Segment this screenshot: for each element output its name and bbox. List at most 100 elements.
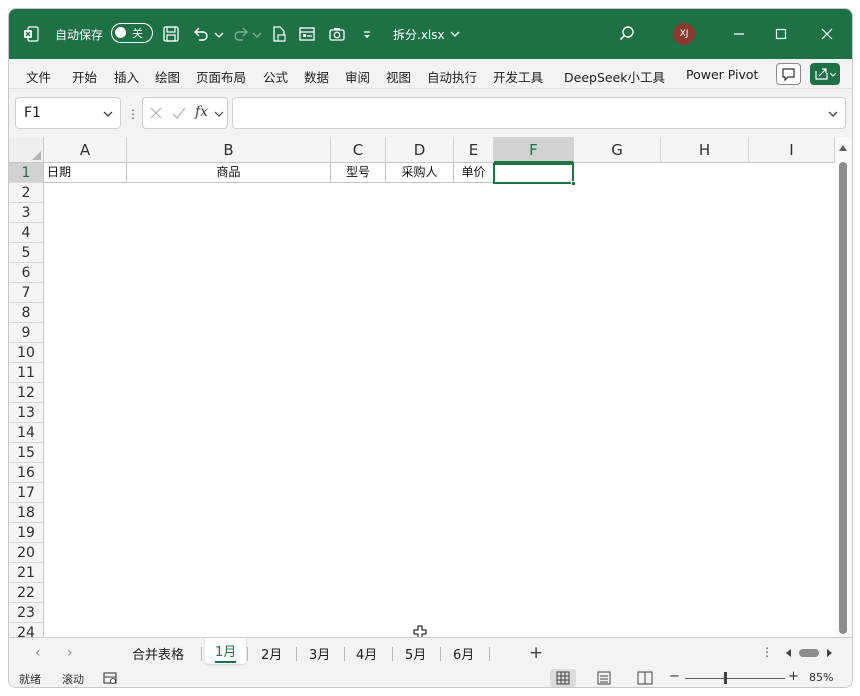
cell-g11[interactable] bbox=[574, 363, 661, 383]
row-header-17[interactable]: 17 bbox=[9, 483, 44, 503]
cell-i5[interactable] bbox=[749, 243, 835, 263]
cell-c17[interactable] bbox=[331, 483, 386, 503]
cell-e20[interactable] bbox=[454, 543, 494, 563]
column-header-e[interactable]: E bbox=[454, 137, 494, 163]
cell-f14[interactable] bbox=[494, 423, 574, 443]
cell-a3[interactable] bbox=[44, 203, 127, 223]
cell-d15[interactable] bbox=[386, 443, 454, 463]
cell-f9[interactable] bbox=[494, 323, 574, 343]
menu-home[interactable]: 开始 bbox=[72, 67, 97, 86]
cell-d4[interactable] bbox=[386, 223, 454, 243]
cell-b1[interactable]: 商品 bbox=[127, 163, 331, 183]
cell-b12[interactable] bbox=[127, 383, 331, 403]
cell-f10[interactable] bbox=[494, 343, 574, 363]
close-icon[interactable] bbox=[815, 22, 839, 46]
cell-c22[interactable] bbox=[331, 583, 386, 603]
cell-h4[interactable] bbox=[661, 223, 749, 243]
cell-g5[interactable] bbox=[574, 243, 661, 263]
cell-f3[interactable] bbox=[494, 203, 574, 223]
cell-b4[interactable] bbox=[127, 223, 331, 243]
menu-draw[interactable]: 绘图 bbox=[155, 67, 180, 86]
cancel-icon[interactable] bbox=[149, 106, 163, 120]
formula-bar[interactable] bbox=[232, 97, 846, 129]
name-box-chevron-icon[interactable] bbox=[102, 108, 114, 120]
cell-c10[interactable] bbox=[331, 343, 386, 363]
cell-c23[interactable] bbox=[331, 603, 386, 623]
expand-formula-chevron-icon[interactable] bbox=[827, 108, 839, 120]
cell-i14[interactable] bbox=[749, 423, 835, 443]
active-cell-f1[interactable] bbox=[493, 163, 576, 186]
cell-h21[interactable] bbox=[661, 563, 749, 583]
row-header-20[interactable]: 20 bbox=[9, 543, 44, 563]
cell-f15[interactable] bbox=[494, 443, 574, 463]
redo-dropdown-chevron-icon[interactable] bbox=[247, 24, 267, 44]
cell-g9[interactable] bbox=[574, 323, 661, 343]
column-header-c[interactable]: C bbox=[331, 137, 386, 163]
row-header-7[interactable]: 7 bbox=[9, 283, 44, 303]
cell-a19[interactable] bbox=[44, 523, 127, 543]
cell-e16[interactable] bbox=[454, 463, 494, 483]
row-header-22[interactable]: 22 bbox=[9, 583, 44, 603]
zoom-slider-thumb[interactable] bbox=[724, 672, 727, 684]
sheet-tab-jan[interactable]: 1月 bbox=[205, 638, 247, 664]
row-header-23[interactable]: 23 bbox=[9, 603, 44, 623]
row-header-6[interactable]: 6 bbox=[9, 263, 44, 283]
cell-b6[interactable] bbox=[127, 263, 331, 283]
cell-h10[interactable] bbox=[661, 343, 749, 363]
cell-h20[interactable] bbox=[661, 543, 749, 563]
accessibility-icon[interactable] bbox=[102, 671, 118, 685]
menu-power-pivot[interactable]: Power Pivot bbox=[686, 67, 758, 82]
cell-i11[interactable] bbox=[749, 363, 835, 383]
cell-b15[interactable] bbox=[127, 443, 331, 463]
cell-c6[interactable] bbox=[331, 263, 386, 283]
cell-i12[interactable] bbox=[749, 383, 835, 403]
document-icon[interactable] bbox=[269, 24, 289, 44]
cell-b21[interactable] bbox=[127, 563, 331, 583]
cell-c11[interactable] bbox=[331, 363, 386, 383]
cell-d19[interactable] bbox=[386, 523, 454, 543]
menu-view[interactable]: 视图 bbox=[386, 67, 411, 86]
cell-d23[interactable] bbox=[386, 603, 454, 623]
cell-d11[interactable] bbox=[386, 363, 454, 383]
cell-f19[interactable] bbox=[494, 523, 574, 543]
cell-f21[interactable] bbox=[494, 563, 574, 583]
row-header-9[interactable]: 9 bbox=[9, 323, 44, 343]
cell-a5[interactable] bbox=[44, 243, 127, 263]
row-header-21[interactable]: 21 bbox=[9, 563, 44, 583]
cell-c8[interactable] bbox=[331, 303, 386, 323]
cell-h2[interactable] bbox=[661, 183, 749, 203]
cell-c3[interactable] bbox=[331, 203, 386, 223]
cell-d2[interactable] bbox=[386, 183, 454, 203]
undo-icon[interactable] bbox=[191, 24, 211, 44]
horizontal-scrollbar[interactable] bbox=[785, 646, 833, 660]
cell-g14[interactable] bbox=[574, 423, 661, 443]
cell-h19[interactable] bbox=[661, 523, 749, 543]
menu-deepseek[interactable]: DeepSeek小工具 bbox=[564, 67, 665, 86]
cell-e5[interactable] bbox=[454, 243, 494, 263]
cell-a12[interactable] bbox=[44, 383, 127, 403]
cell-d17[interactable] bbox=[386, 483, 454, 503]
row-header-16[interactable]: 16 bbox=[9, 463, 44, 483]
row-header-11[interactable]: 11 bbox=[9, 363, 44, 383]
cell-b5[interactable] bbox=[127, 243, 331, 263]
cell-d7[interactable] bbox=[386, 283, 454, 303]
sheet-tab-merged[interactable]: 合并表格 bbox=[132, 644, 184, 663]
cell-d5[interactable] bbox=[386, 243, 454, 263]
fill-handle[interactable] bbox=[571, 181, 576, 186]
row-header-14[interactable]: 14 bbox=[9, 423, 44, 443]
cell-b9[interactable] bbox=[127, 323, 331, 343]
row-header-10[interactable]: 10 bbox=[9, 343, 44, 363]
cell-e22[interactable] bbox=[454, 583, 494, 603]
autosave-toggle[interactable]: 关 bbox=[111, 23, 153, 43]
cell-b11[interactable] bbox=[127, 363, 331, 383]
cell-e1[interactable]: 单价 bbox=[454, 163, 494, 183]
column-header-b[interactable]: B bbox=[127, 137, 331, 163]
cell-f5[interactable] bbox=[494, 243, 574, 263]
cell-e4[interactable] bbox=[454, 223, 494, 243]
cell-h8[interactable] bbox=[661, 303, 749, 323]
cell-g12[interactable] bbox=[574, 383, 661, 403]
cell-e11[interactable] bbox=[454, 363, 494, 383]
cell-a21[interactable] bbox=[44, 563, 127, 583]
cell-a13[interactable] bbox=[44, 403, 127, 423]
sheet-tab-may[interactable]: 5月 bbox=[405, 644, 426, 663]
